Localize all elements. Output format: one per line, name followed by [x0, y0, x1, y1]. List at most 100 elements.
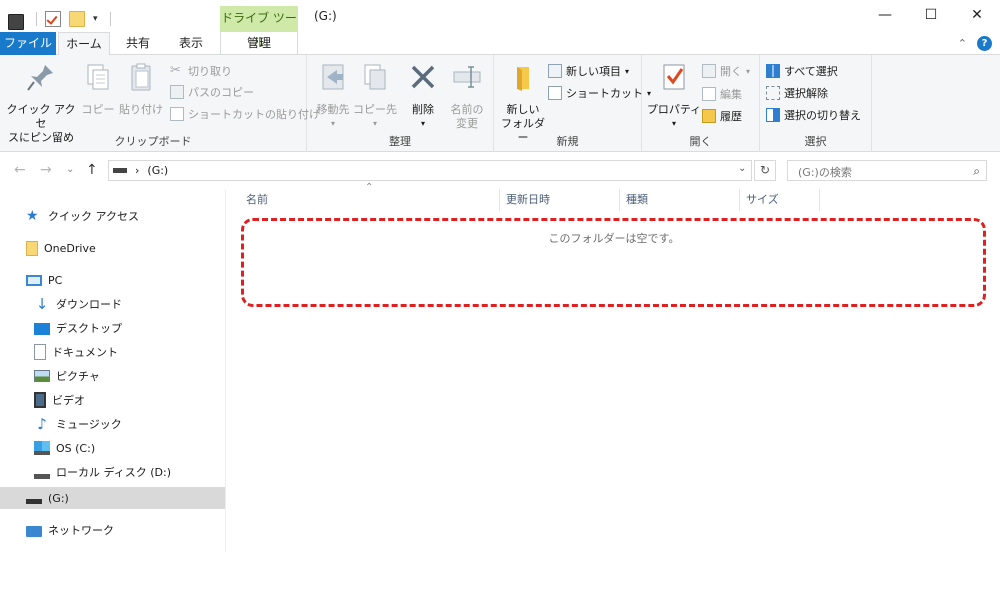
nav-item-downloads[interactable]: ↓ ダウンロード	[34, 293, 122, 315]
new-folder-qat-icon[interactable]	[69, 11, 85, 27]
pin-icon	[27, 65, 53, 91]
tab-share[interactable]: 共有	[114, 32, 162, 55]
minimize-button[interactable]: —	[862, 0, 908, 30]
qat-customize-dropdown[interactable]: ▾	[93, 14, 98, 24]
cut-button[interactable]: ✂ 切り取り	[170, 61, 232, 81]
rename-button[interactable]: 名前の 変更	[445, 61, 489, 131]
copy-icon	[87, 64, 109, 90]
title-bar: ▾ ドライブ ツール (G:) — ☐ ✕	[0, 0, 1000, 49]
address-bar[interactable]: › (G:)	[108, 160, 752, 181]
copy-path-button[interactable]: パスのコピー	[170, 82, 254, 102]
select-all-button[interactable]: すべて選択	[766, 61, 838, 81]
invert-selection-button[interactable]: 選択の切り替え	[766, 105, 861, 125]
nav-item-documents[interactable]: ドキュメント	[34, 341, 118, 363]
quick-access-toolbar: ▾	[8, 8, 111, 30]
pictures-icon	[34, 370, 50, 382]
column-header-size[interactable]: サイズ	[740, 189, 820, 211]
nav-item-pictures[interactable]: ピクチャ	[34, 365, 100, 387]
hard-drive-icon	[34, 465, 50, 479]
tab-view[interactable]: 表示	[166, 32, 216, 55]
breadcrumb-drive[interactable]: (G:)	[147, 164, 168, 177]
search-input[interactable]: (G:)の検索 ⌕	[787, 160, 987, 181]
history-icon	[702, 109, 716, 123]
organize-group-label: 整理	[389, 135, 411, 148]
easy-access-shortcut-button[interactable]: ショートカット ▾	[548, 83, 651, 103]
nav-item-os-c[interactable]: OS (C:)	[34, 437, 95, 459]
copy-button[interactable]: コピー	[80, 61, 116, 117]
open-button[interactable]: 開く ▾	[702, 61, 750, 81]
close-button[interactable]: ✕	[954, 0, 1000, 30]
select-none-button[interactable]: 選択解除	[766, 83, 828, 103]
nav-item-network[interactable]: ネットワーク	[26, 519, 114, 541]
download-arrow-icon: ↓	[35, 295, 49, 313]
ribbon: クイック アクセ スにピン留め コピー 貼り付け ✂ 切り取り パスのコピー シ…	[0, 55, 1000, 152]
delete-button[interactable]: 削除 ▾	[405, 61, 441, 131]
music-note-icon: ♪	[37, 415, 47, 433]
nav-item-music[interactable]: ♪ ミュージック	[34, 413, 122, 435]
scissors-icon: ✂	[170, 63, 181, 78]
network-icon	[26, 525, 42, 537]
highlight-annotation	[241, 218, 986, 307]
tab-manage[interactable]: 管理	[220, 32, 298, 55]
nav-item-desktop[interactable]: デスクトップ	[34, 317, 122, 339]
drive-icon	[113, 168, 127, 173]
help-icon[interactable]: ?	[977, 36, 992, 51]
nav-item-drive-g[interactable]: (G:)	[0, 487, 225, 509]
edit-button[interactable]: 編集	[702, 84, 742, 104]
new-folder-icon	[517, 67, 529, 91]
invert-selection-icon	[766, 108, 780, 122]
navigation-pane: ★ クイック アクセス OneDrive PC ↓ ダウンロード デスクトップ …	[0, 190, 226, 552]
history-button[interactable]: 履歴	[702, 106, 742, 126]
delete-x-icon	[411, 65, 435, 89]
address-dropdown-icon[interactable]: ⌄	[738, 163, 746, 174]
nav-item-pc[interactable]: PC	[26, 269, 62, 291]
refresh-button[interactable]: ↻	[754, 160, 776, 181]
search-icon[interactable]: ⌕	[973, 164, 980, 179]
paste-shortcut-button[interactable]: ショートカットの貼り付け	[170, 104, 320, 124]
properties-qat-icon[interactable]	[45, 11, 61, 27]
collapse-ribbon-button[interactable]: ⌃	[958, 37, 967, 50]
nav-item-onedrive[interactable]: OneDrive	[26, 237, 96, 259]
nav-item-local-disk-d[interactable]: ローカル ディスク (D:)	[34, 461, 171, 483]
paste-button[interactable]: 貼り付け	[118, 61, 164, 117]
forward-button[interactable]: →	[40, 162, 52, 178]
qat-separator	[109, 12, 111, 26]
open-icon	[702, 64, 716, 78]
clipboard-group-label: クリップボード	[114, 135, 192, 148]
computer-icon	[26, 274, 42, 286]
drive-icon[interactable]	[8, 14, 24, 30]
nav-item-quick-access[interactable]: ★ クイック アクセス	[26, 205, 139, 227]
back-button[interactable]: ←	[14, 162, 26, 178]
edit-icon	[702, 87, 716, 101]
copy-path-icon	[170, 85, 184, 99]
copy-to-icon	[364, 64, 386, 90]
ribbon-tabs: ファイル ホーム 共有 表示 管理 ⌃ ?	[0, 32, 1000, 56]
column-header-name[interactable]: 名前	[240, 189, 500, 211]
new-item-button[interactable]: 新しい項目 ▾	[548, 61, 629, 81]
organize-group: 移動先 ▾ コピー先 ▾ 削除 ▾ 名前の 変更 整理	[307, 55, 494, 152]
column-header-date-modified[interactable]: 更新日時	[500, 189, 620, 211]
window-title: (G:)	[314, 9, 337, 23]
column-header-type[interactable]: 種類	[620, 189, 740, 211]
tab-home[interactable]: ホーム	[58, 32, 110, 56]
move-to-button[interactable]: 移動先 ▾	[311, 61, 355, 131]
shortcut-icon	[548, 86, 562, 100]
up-button[interactable]: ↑	[86, 162, 98, 178]
document-icon	[34, 344, 46, 360]
recent-locations-button[interactable]: ⌄	[66, 164, 74, 175]
folder-icon	[26, 240, 38, 256]
new-item-icon	[548, 64, 562, 78]
breadcrumb-separator[interactable]: ›	[135, 164, 139, 177]
open-group-label: 開く	[689, 135, 712, 148]
properties-button[interactable]: プロパティ ▾	[646, 61, 702, 131]
properties-check-icon	[663, 64, 685, 90]
tab-file[interactable]: ファイル	[0, 32, 56, 55]
rename-icon	[453, 66, 481, 88]
film-icon	[34, 392, 46, 408]
copy-to-button[interactable]: コピー先 ▾	[353, 61, 397, 131]
new-group-label: 新規	[556, 135, 579, 148]
star-icon: ★	[26, 208, 39, 224]
maximize-button[interactable]: ☐	[908, 0, 954, 30]
move-to-icon	[322, 64, 344, 90]
nav-item-videos[interactable]: ビデオ	[34, 389, 85, 411]
